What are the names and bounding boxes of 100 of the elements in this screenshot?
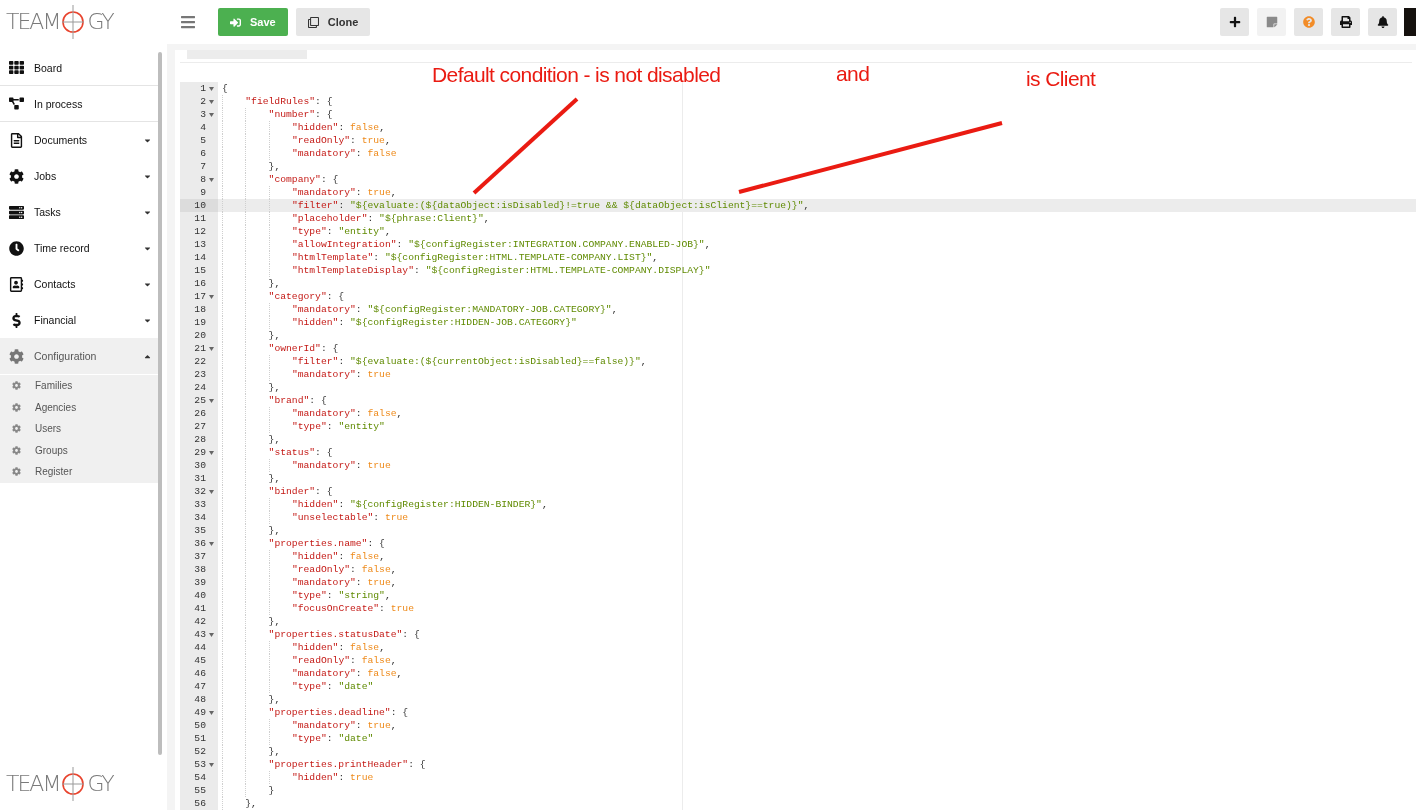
line-number: 45 (194, 654, 206, 667)
code-line: }, (218, 160, 1416, 173)
sidebar-item[interactable]: Tasks (0, 194, 158, 230)
settings-icon (8, 348, 24, 364)
sidebar-item[interactable]: Time record (0, 230, 158, 266)
line-number: 37 (194, 550, 206, 563)
code-line: "type": "date" (218, 680, 1416, 693)
fold-icon[interactable] (208, 99, 214, 104)
note-icon (1265, 16, 1278, 28)
line-number: 26 (194, 407, 206, 420)
line-number: 34 (194, 511, 206, 524)
sidebar-subitem[interactable]: Agencies (0, 396, 158, 418)
sidebar-item[interactable]: Configuration (0, 338, 158, 374)
line-number: 5 (200, 134, 206, 147)
line-number: 22 (194, 355, 206, 368)
grid-icon (8, 60, 24, 75)
sidebar-item[interactable]: Jobs (0, 158, 158, 194)
line-number: 11 (194, 212, 206, 225)
line-number: 51 (194, 732, 206, 745)
line-number: 40 (194, 589, 206, 602)
code-line: }, (218, 329, 1416, 342)
sidebar-subitem[interactable]: Groups (0, 439, 158, 461)
plus-button[interactable] (1220, 8, 1249, 36)
scrollbar[interactable] (158, 52, 162, 755)
plus-icon (1228, 16, 1241, 28)
document-icon (8, 132, 24, 148)
line-number: 41 (194, 602, 206, 615)
code-line: "number": { (218, 108, 1416, 121)
sidebar-subitem[interactable]: Families (0, 375, 158, 397)
code-line: "status": { (218, 446, 1416, 459)
fold-icon[interactable] (208, 450, 214, 455)
code-line: "hidden": false, (218, 550, 1416, 563)
code-line: "hidden": false, (218, 121, 1416, 134)
print-button[interactable] (1331, 8, 1360, 36)
code-line: "category": { (218, 290, 1416, 303)
code-line: "company": { (218, 173, 1416, 186)
fold-icon[interactable] (208, 489, 214, 494)
line-number: 13 (194, 238, 206, 251)
clone-button[interactable]: Clone (295, 8, 371, 36)
line-number: 43 (194, 628, 206, 641)
fold-icon[interactable] (208, 398, 214, 403)
code-line: "unselectable": true (218, 511, 1416, 524)
code-line: }, (218, 277, 1416, 290)
line-number: 46 (194, 667, 206, 680)
line-number: 19 (194, 316, 206, 329)
annotation-text: is Client (1026, 66, 1096, 92)
fold-icon[interactable] (208, 541, 214, 546)
code-line: "ownerId": { (218, 342, 1416, 355)
code-line: }, (218, 472, 1416, 485)
code-line: "filter": "${evaluate:(${currentObject:isDisabled}==false)}", (218, 355, 1416, 368)
line-number: 17 (194, 290, 206, 303)
sidebar-item[interactable]: Board (0, 50, 158, 86)
fold-icon[interactable] (208, 346, 214, 351)
line-number: 8 (200, 173, 206, 186)
code-line: "properties.statusDate": { (218, 628, 1416, 641)
code-line: "hidden": true (218, 771, 1416, 784)
code-line: "properties.name": { (218, 537, 1416, 550)
fold-icon[interactable] (208, 632, 214, 637)
line-number: 56 (194, 797, 206, 810)
sidebar-item[interactable]: Contacts (0, 266, 158, 302)
bell-button[interactable] (1368, 8, 1397, 36)
annotation-text: Default condition - is not disabled (432, 62, 721, 88)
line-number: 55 (194, 784, 206, 797)
fold-icon[interactable] (208, 112, 214, 117)
code-line: }, (218, 524, 1416, 537)
code-line: "fieldRules": { (218, 95, 1416, 108)
fold-icon[interactable] (208, 710, 214, 715)
help-icon (1302, 16, 1315, 28)
code-line: "properties.deadline": { (218, 706, 1416, 719)
code-line: }, (218, 693, 1416, 706)
bell-icon (1376, 16, 1389, 28)
line-number: 18 (194, 303, 206, 316)
code-line: "mandatory": false, (218, 667, 1416, 680)
fold-icon[interactable] (208, 762, 214, 767)
fold-icon[interactable] (208, 177, 214, 182)
sidebar-subitem[interactable]: Register (0, 461, 158, 483)
line-number: 15 (194, 264, 206, 277)
server-icon (8, 204, 24, 220)
logo: TEAM GY (6, 4, 113, 40)
line-number: 50 (194, 719, 206, 732)
code-line: }, (218, 381, 1416, 394)
annotation-text: and (836, 61, 870, 87)
sidebar-subitem[interactable]: Users (0, 418, 158, 440)
menu-icon[interactable] (180, 14, 196, 30)
code-line: "type": "entity", (218, 225, 1416, 238)
fold-icon[interactable] (208, 294, 214, 299)
line-number: 10 (194, 199, 206, 212)
code-line: "type": "date" (218, 732, 1416, 745)
code-line: "brand": { (218, 394, 1416, 407)
code-line: "mandatory": true, (218, 576, 1416, 589)
line-number: 47 (194, 680, 206, 693)
code-line: }, (218, 433, 1416, 446)
line-number: 35 (194, 524, 206, 537)
sidebar-item[interactable]: Financial (0, 302, 158, 338)
code-line: "hidden": "${configRegister:HIDDEN-BINDER}", (218, 498, 1416, 511)
clock-icon (8, 240, 24, 256)
fold-icon[interactable] (208, 86, 214, 91)
line-number: 28 (194, 433, 206, 446)
code-line: }, (218, 797, 1416, 810)
sidebar-item[interactable]: Documents (0, 122, 158, 158)
